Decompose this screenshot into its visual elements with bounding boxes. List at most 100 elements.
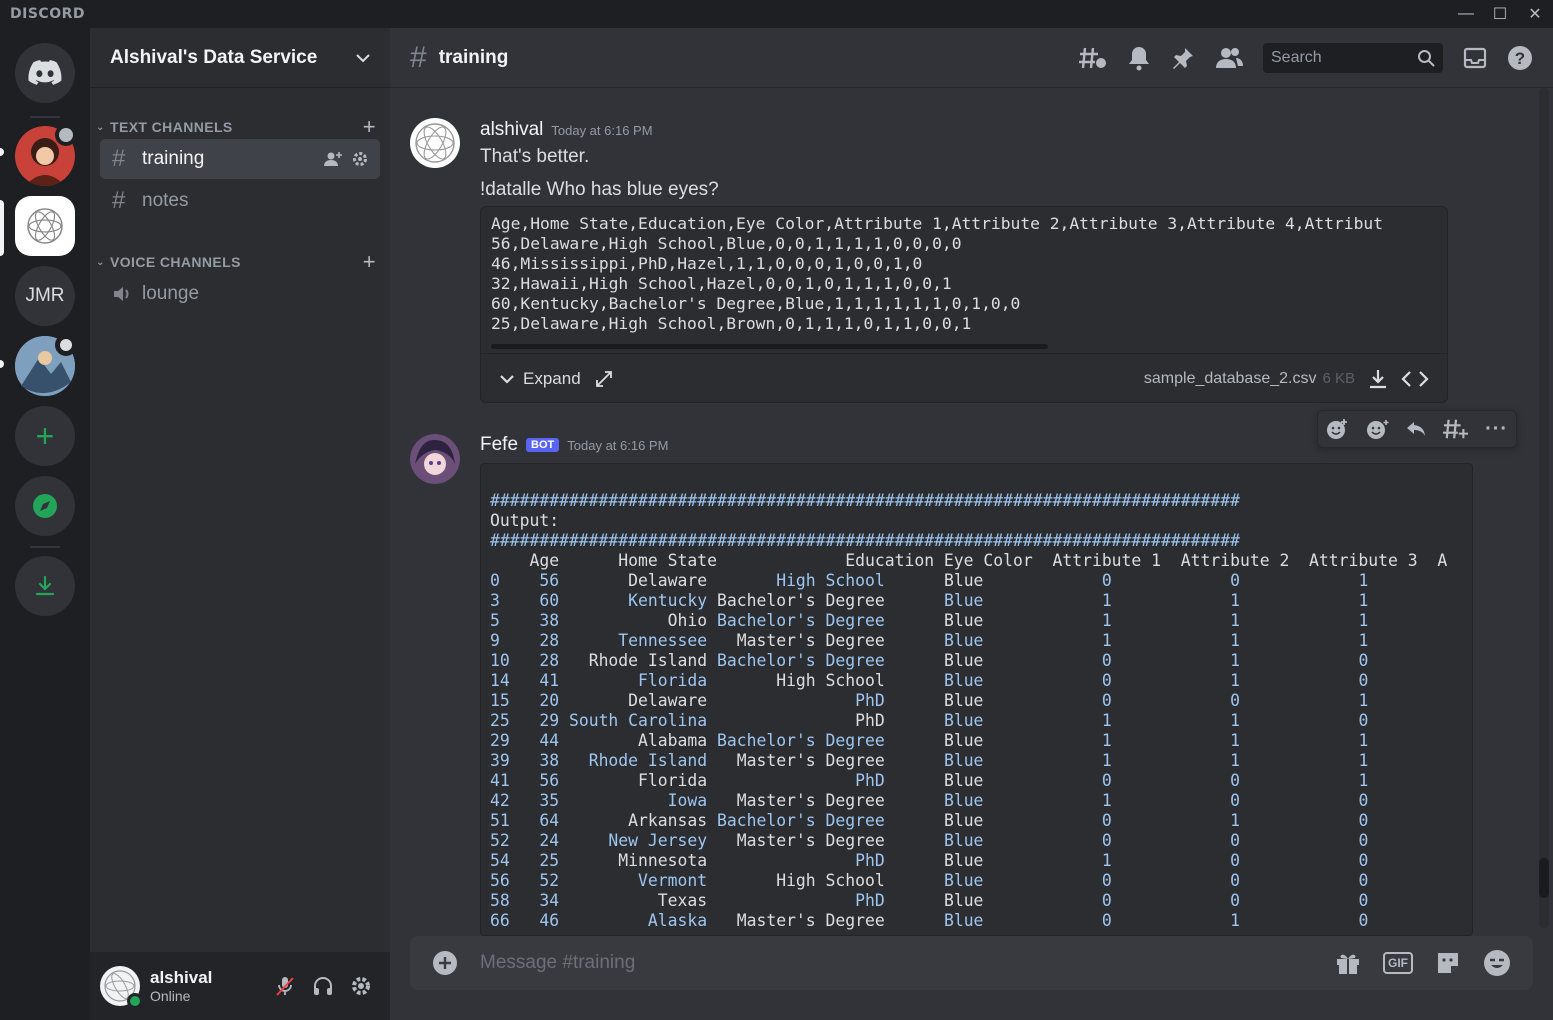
server-jmr[interactable]: JMR [15, 266, 75, 326]
channel-lounge[interactable]: lounge [100, 274, 380, 314]
table-cell: Texas [559, 891, 708, 910]
fullscreen-icon[interactable] [595, 370, 613, 388]
code-view-icon[interactable] [1401, 368, 1429, 390]
avatar[interactable] [100, 966, 143, 1009]
minimize-button[interactable]: — [1449, 0, 1483, 28]
table-cell: Blue [884, 691, 984, 710]
table-cell: 1 [1240, 771, 1369, 790]
avatar[interactable] [410, 118, 460, 168]
table-cell: Delaware [559, 571, 708, 590]
table-cell: Rhode Island [559, 651, 708, 670]
table-cell: 0 [1111, 571, 1241, 590]
table-cell: Blue [884, 651, 984, 670]
table-cell: PhD [707, 851, 885, 870]
table-cell: 1 [1240, 631, 1369, 650]
preview-scrollbar[interactable] [491, 344, 1048, 349]
output-label: Output: [490, 511, 560, 530]
attachment-footer: Expand sample_database_2.csv 6 KB [481, 353, 1447, 402]
avatar[interactable] [410, 434, 460, 484]
sticker-icon[interactable] [1435, 950, 1461, 976]
table-cell: Blue [884, 611, 984, 630]
help-icon[interactable]: ? [1507, 45, 1533, 71]
pin-icon[interactable] [1171, 46, 1195, 70]
channel-training[interactable]: # training [100, 139, 380, 179]
table-cell: 0 [1111, 831, 1241, 850]
maximize-button[interactable]: ☐ [1483, 0, 1517, 28]
table-cell: 0 [1240, 811, 1369, 830]
server-rail: JMR + [0, 28, 90, 1020]
gear-icon[interactable] [350, 975, 372, 997]
table-row: 42 35 Iowa Master's Degree Blue 1 0 0 [490, 791, 1463, 811]
table-cell: 29 [529, 711, 560, 730]
create-channel-button[interactable]: + [363, 249, 376, 275]
message-scrollbar-thumb[interactable] [1539, 858, 1549, 898]
chevron-down-icon [500, 374, 514, 384]
server-anime-avatar[interactable] [15, 124, 77, 186]
csv-line: 25,Delaware,High School,Brown,0,1,1,1,0,… [491, 314, 972, 333]
close-button[interactable]: ✕ [1518, 0, 1552, 28]
gift-icon[interactable] [1335, 950, 1361, 976]
table-cell: 54 [490, 851, 530, 870]
home-button[interactable] [15, 43, 75, 103]
table-cell: 0 [1240, 891, 1369, 910]
message-input[interactable] [480, 952, 1335, 974]
mute-mic-icon[interactable] [274, 975, 296, 997]
table-cell: 0 [1240, 711, 1369, 730]
table-cell: 1 [1111, 711, 1241, 730]
table-row: 41 56 Florida PhD Blue 0 0 1 [490, 771, 1463, 791]
invite-icon[interactable] [324, 151, 342, 167]
atom-logo-icon [27, 208, 63, 244]
speaker-icon [55, 334, 77, 356]
table-cell: 60 [529, 591, 560, 610]
atom-logo-icon [415, 123, 455, 163]
server-fantasy-avatar[interactable] [15, 334, 77, 396]
table-cell: Bachelor's Degree [707, 591, 885, 610]
add-server-button[interactable]: + [15, 406, 75, 466]
category-voice-channels[interactable]: ⌄ VOICE CHANNELS + [96, 249, 376, 275]
table-cell: Bachelor's Degree [707, 611, 885, 630]
table-cell: 66 [490, 911, 530, 930]
server-alshivals-data-service[interactable] [15, 196, 75, 256]
create-channel-button[interactable]: + [363, 114, 376, 140]
add-attachment-icon[interactable] [432, 950, 458, 976]
message-scrollbar-track[interactable] [1539, 88, 1549, 928]
csv-line: Age,Home State,Education,Eye Color,Attri… [491, 214, 1383, 233]
chevron-down-icon [356, 53, 370, 62]
table-cell: 0 [1240, 671, 1369, 690]
explore-icon [33, 494, 57, 518]
explore-button[interactable] [15, 476, 75, 536]
table-cell: 24 [529, 831, 560, 850]
unread-pill [0, 148, 4, 156]
table-cell: 0 [1111, 691, 1241, 710]
gear-icon[interactable] [352, 151, 368, 167]
threads-icon[interactable] [1079, 45, 1107, 71]
table-cell: Master's Degree [707, 751, 885, 770]
table-cell: 25 [529, 851, 560, 870]
bell-icon[interactable] [1127, 45, 1151, 71]
attachment-filename[interactable]: sample_database_2.csv [1144, 370, 1317, 388]
expand-button[interactable]: Expand [499, 369, 581, 389]
channel-notes[interactable]: # notes [100, 181, 380, 221]
gif-icon[interactable]: GIF [1383, 952, 1413, 974]
headphones-icon[interactable] [312, 975, 334, 997]
download-icon[interactable] [1367, 368, 1389, 390]
category-text-channels[interactable]: ⌄ TEXT CHANNELS + [96, 114, 376, 140]
table-cell: Florida [559, 771, 708, 790]
search-input[interactable]: Search [1263, 42, 1443, 73]
message-author[interactable]: alshival [480, 119, 543, 141]
chevron-down-icon: ⌄ [96, 121, 105, 133]
emoji-icon[interactable] [1483, 949, 1511, 977]
message-author[interactable]: Fefe [480, 434, 518, 456]
members-icon[interactable] [1215, 46, 1243, 70]
download-apps-button[interactable] [15, 556, 75, 616]
inbox-icon[interactable] [1463, 46, 1487, 70]
table-cell: 52 [529, 871, 560, 890]
table-cell: Kentucky [559, 591, 708, 610]
table-cell: 56 [529, 771, 560, 790]
csv-line: 60,Kentucky,Bachelor's Degree,Blue,1,1,1… [491, 294, 1021, 313]
table-cell: 46 [529, 911, 560, 930]
guild-header[interactable]: Alshival's Data Service [90, 28, 390, 88]
table-cell: 44 [529, 731, 560, 750]
table-cell: 9 [490, 631, 530, 650]
table-cell: 52 [490, 831, 530, 850]
